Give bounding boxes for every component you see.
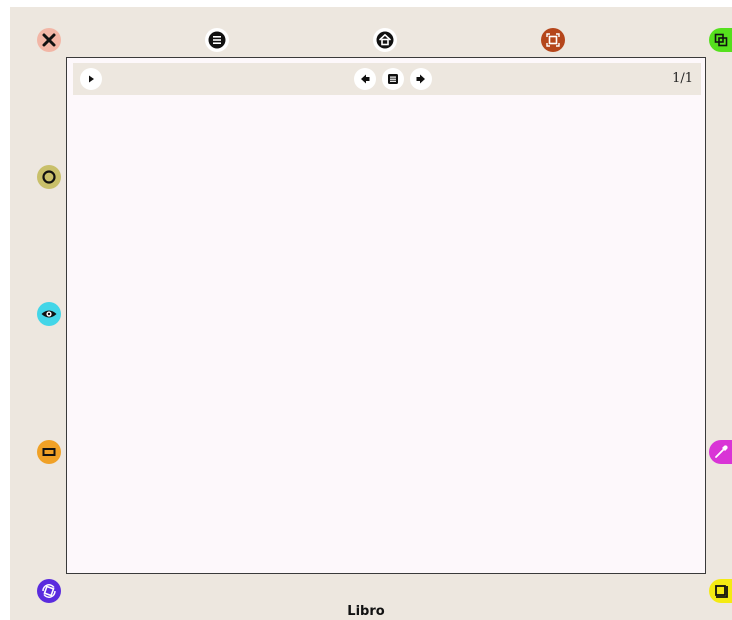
- play-icon: [89, 75, 94, 83]
- home-icon: [376, 31, 394, 49]
- resize-button[interactable]: [541, 28, 565, 52]
- color-picker-button[interactable]: [709, 440, 732, 464]
- eye-icon: [41, 310, 57, 318]
- shadow-box-button[interactable]: [709, 579, 732, 603]
- arrow-left-icon: [361, 74, 370, 84]
- circle-tool-button[interactable]: [37, 165, 61, 189]
- shadow-box-icon: [714, 585, 728, 598]
- next-page-button[interactable]: [410, 68, 432, 90]
- page-canvas[interactable]: 1/1: [66, 57, 706, 574]
- copy-icon: [714, 33, 727, 47]
- rotate-icon: [42, 584, 56, 598]
- window-title: Libro: [347, 604, 385, 619]
- circle-icon: [42, 170, 56, 184]
- previous-page-button[interactable]: [354, 68, 376, 90]
- menu-button[interactable]: [205, 28, 229, 52]
- home-button[interactable]: [373, 28, 397, 52]
- rotate-button[interactable]: [37, 579, 61, 603]
- rectangle-tool-button[interactable]: [37, 440, 61, 464]
- rectangle-icon: [42, 448, 56, 456]
- resize-icon: [546, 33, 560, 47]
- view-button[interactable]: [37, 302, 61, 326]
- menu-icon: [208, 31, 226, 49]
- close-button[interactable]: [37, 28, 61, 52]
- close-icon: [42, 33, 56, 47]
- arrow-right-icon: [416, 74, 425, 84]
- page-list-icon: [388, 74, 398, 84]
- copy-button[interactable]: [709, 28, 732, 52]
- color-picker-icon: [714, 445, 728, 458]
- page-counter: 1/1: [672, 71, 693, 86]
- play-button[interactable]: [80, 68, 102, 90]
- page-list-button[interactable]: [382, 68, 404, 90]
- page-toolbar: 1/1: [73, 63, 701, 95]
